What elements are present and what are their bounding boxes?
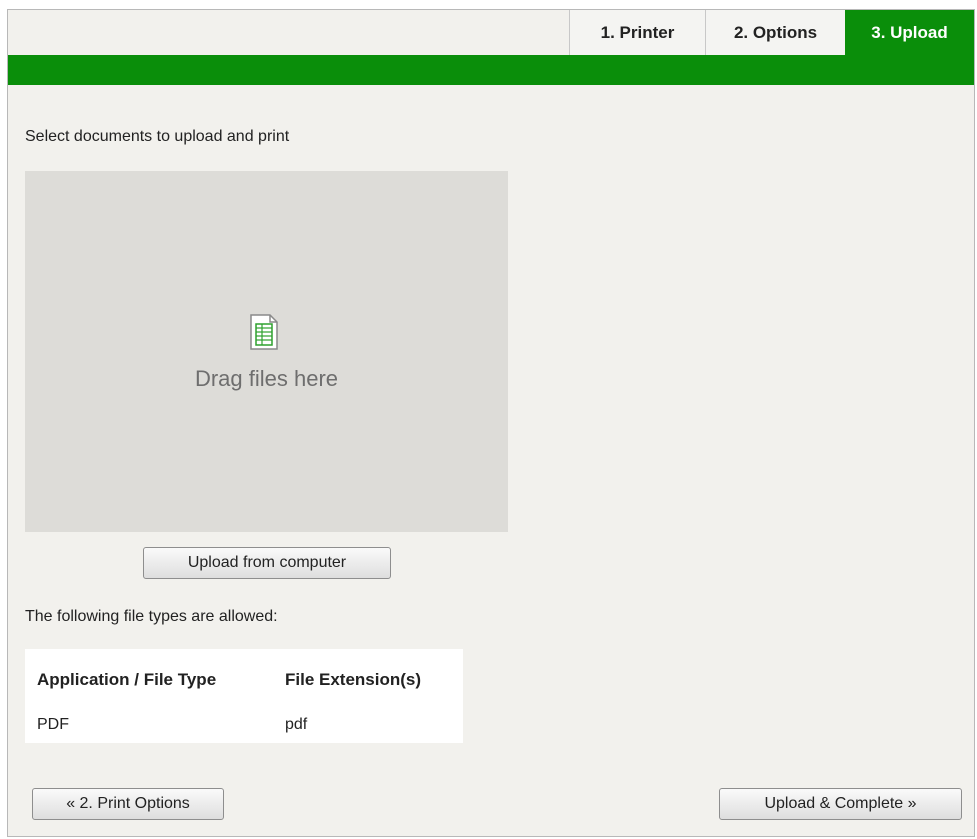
step-tabs: 1. Printer 2. Options 3. Upload [8,10,974,55]
file-type-cell: PDF [37,716,69,733]
tab-upload[interactable]: 3. Upload [845,10,974,55]
tab-options[interactable]: 2. Options [705,10,845,55]
step-progress-bar [8,55,974,85]
upload-panel: 1. Printer 2. Options 3. Upload Select d… [7,9,975,837]
document-icon [250,314,278,350]
column-header-extensions: File Extension(s) [285,670,422,689]
drop-zone-label: Drag files here [194,366,339,391]
column-header-file-type: Application / File Type [37,670,217,689]
tab-printer[interactable]: 1. Printer [569,10,705,55]
upload-from-computer-button[interactable]: Upload from computer [143,547,391,579]
file-types-table: Application / File Type File Extension(s… [25,649,463,743]
back-print-options-button[interactable]: « 2. Print Options [32,788,224,820]
file-extension-cell: pdf [285,716,308,733]
file-drop-zone[interactable]: Drag files here [25,171,508,532]
upload-instructions: Select documents to upload and print [25,128,290,145]
allowed-types-label: The following file types are allowed: [25,608,278,625]
upload-complete-button[interactable]: Upload & Complete » [719,788,962,820]
